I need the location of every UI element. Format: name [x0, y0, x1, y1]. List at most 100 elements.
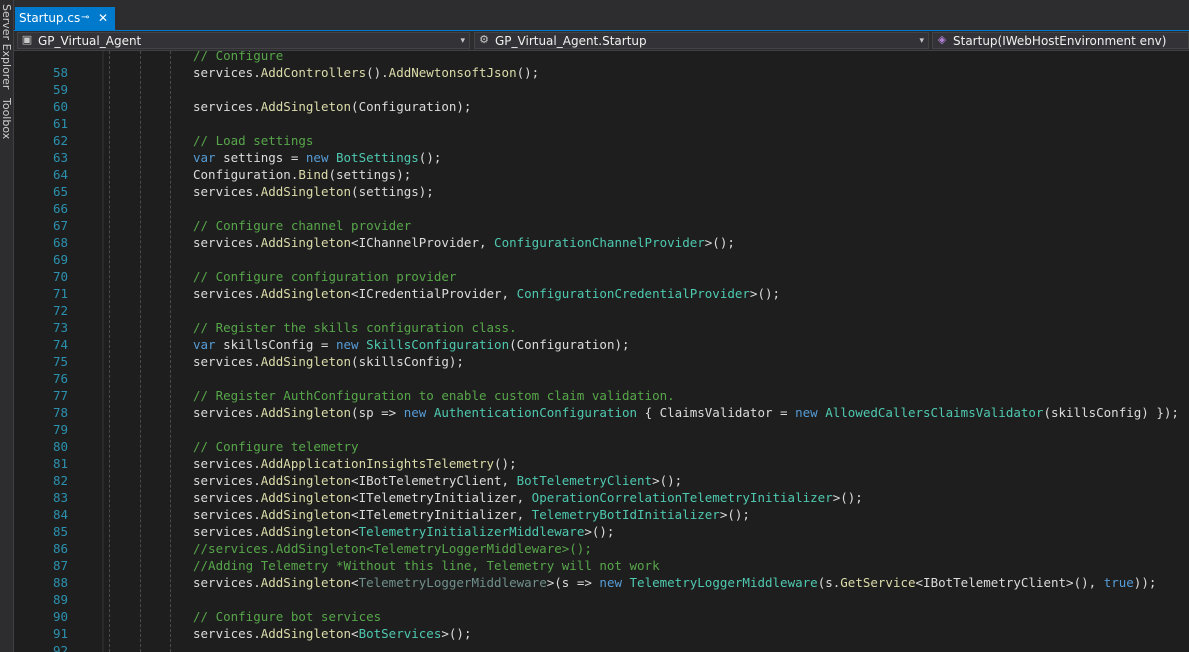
code-token: (). — [366, 65, 389, 80]
line-number: 78 — [52, 405, 68, 420]
code-text[interactable]: services.AddControllers().AddNewtonsoftJ… — [193, 64, 539, 81]
code-text[interactable]: // Register AuthConfiguration to enable … — [193, 387, 675, 404]
code-token: services. — [193, 354, 261, 369]
code-line[interactable]: 88 services.AddSingleton<TelemetryLoggerM… — [14, 574, 1189, 591]
code-text[interactable]: services.AddSingleton(skillsConfig); — [193, 353, 464, 370]
code-text[interactable]: services.AddSingleton<BotServices>(); — [193, 625, 471, 642]
pin-icon[interactable]: ⊸ — [81, 7, 89, 29]
code-line[interactable]: 91 services.AddSingleton<BotServices>(); — [14, 625, 1189, 642]
code-text[interactable]: services.AddSingleton(Configuration); — [193, 98, 471, 115]
code-text[interactable]: Configuration.Bind(settings); — [193, 166, 411, 183]
code-line[interactable]: 87 //Adding Telemetry *Without this line,… — [14, 557, 1189, 574]
code-line[interactable]: 77 // Register AuthConfiguration to enabl… — [14, 387, 1189, 404]
code-token: AddApplicationInsightsTelemetry — [260, 456, 495, 471]
code-line[interactable]: 68 services.AddSingleton<IChannelProvider… — [14, 234, 1189, 251]
code-text[interactable]: // Configure configuration provider — [193, 268, 456, 285]
code-line[interactable]: 84 services.AddSingleton<ITelemetryInitia… — [14, 506, 1189, 523]
code-line[interactable]: 66 — [14, 200, 1189, 217]
close-icon[interactable]: ✕ — [98, 7, 108, 29]
code-line[interactable]: 63 var settings = new BotSettings(); — [14, 149, 1189, 166]
line-number: 60 — [52, 99, 68, 114]
code-line[interactable]: // Configure — [14, 51, 1189, 64]
code-line[interactable]: 73 // Register the skills configuration c… — [14, 319, 1189, 336]
code-line[interactable]: 79 — [14, 421, 1189, 438]
code-line[interactable]: 65 services.AddSingleton(settings); — [14, 183, 1189, 200]
code-token: services. — [193, 286, 261, 301]
code-text[interactable]: // Configure channel provider — [193, 217, 411, 234]
code-token: // Load settings — [193, 133, 314, 148]
code-line[interactable]: 70 // Configure configuration provider — [14, 268, 1189, 285]
code-line[interactable]: 69 — [14, 251, 1189, 268]
line-number: 71 — [52, 286, 68, 301]
code-text[interactable]: services.AddSingleton<IBotTelemetryClien… — [193, 472, 682, 489]
code-line[interactable]: 76 — [14, 370, 1189, 387]
code-token: AddSingleton — [260, 286, 352, 301]
code-token: (); — [516, 65, 540, 80]
code-line[interactable]: 80 // Configure telemetry — [14, 438, 1189, 455]
code-text[interactable]: // Register the skills configuration cla… — [193, 319, 517, 336]
code-text[interactable]: // Load settings — [193, 132, 313, 149]
code-token: AllowedCallersClaimsValidator — [825, 405, 1044, 420]
code-token: new — [305, 150, 329, 165]
code-token: services. — [193, 65, 261, 80]
code-line[interactable]: 81 services.AddApplicationInsightsTelemet… — [14, 455, 1189, 472]
code-text[interactable]: //Adding Telemetry *Without this line, T… — [193, 557, 660, 574]
code-token: <IChannelProvider, — [351, 235, 495, 250]
code-token: (skillsConfig) }); — [1043, 405, 1179, 420]
code-line[interactable]: 82 services.AddSingleton<IBotTelemetryCli… — [14, 472, 1189, 489]
code-text[interactable]: services.AddSingleton<TelemetryLoggerMid… — [193, 574, 1156, 591]
code-text[interactable]: services.AddSingleton<TelemetryInitializ… — [193, 523, 614, 540]
code-token: BotTelemetryClient — [516, 473, 653, 488]
member-name: Startup(IWebHostEnvironment env) — [953, 34, 1167, 48]
code-text[interactable]: services.AddApplicationInsightsTelemetry… — [193, 455, 517, 472]
chevron-down-icon: ▾ — [919, 36, 924, 46]
code-token: OperationCorrelationTelemetryInitializer — [531, 490, 833, 505]
code-text[interactable]: services.AddSingleton<IChannelProvider, … — [193, 234, 735, 251]
server-explorer-tab[interactable]: Server Explorer — [0, 4, 13, 89]
code-line[interactable]: 72 — [14, 302, 1189, 319]
member-dropdown[interactable]: ◈ Startup(IWebHostEnvironment env) — [932, 32, 1189, 49]
code-line[interactable]: 86 //services.AddSingleton<TelemetryLogge… — [14, 540, 1189, 557]
code-text[interactable]: services.AddSingleton(settings); — [193, 183, 434, 200]
code-token: <ITelemetryInitializer, — [351, 490, 532, 505]
code-text[interactable]: services.AddSingleton(sp => new Authenti… — [193, 404, 1179, 421]
code-token: Bind — [298, 167, 329, 182]
code-text[interactable]: // Configure bot services — [193, 608, 381, 625]
code-line[interactable]: 75 services.AddSingleton(skillsConfig); — [14, 353, 1189, 370]
code-text[interactable]: // Configure — [193, 51, 283, 64]
code-line[interactable]: 59 — [14, 81, 1189, 98]
line-number: 80 — [52, 439, 68, 454]
code-line[interactable]: 74 var skillsConfig = new SkillsConfigura… — [14, 336, 1189, 353]
code-line[interactable]: 89 — [14, 591, 1189, 608]
code-line[interactable]: 85 services.AddSingleton<TelemetryInitial… — [14, 523, 1189, 540]
code-text[interactable]: // Configure telemetry — [193, 438, 359, 455]
code-text[interactable]: services.AddSingleton<ITelemetryInitiali… — [193, 506, 750, 523]
code-line[interactable]: 60 services.AddSingleton(Configuration); — [14, 98, 1189, 115]
code-text[interactable]: services.AddSingleton<ICredentialProvide… — [193, 285, 780, 302]
code-line[interactable]: 90 // Configure bot services — [14, 608, 1189, 625]
toolbox-tab[interactable]: Toolbox — [0, 98, 13, 139]
code-line[interactable]: 83 services.AddSingleton<ITelemetryInitia… — [14, 489, 1189, 506]
code-token: // Register the skills configuration cla… — [193, 320, 517, 335]
code-token: (skillsConfig); — [351, 354, 464, 369]
code-line[interactable]: 64 Configuration.Bind(settings); — [14, 166, 1189, 183]
code-line[interactable]: 61 — [14, 115, 1189, 132]
code-line[interactable]: 67 // Configure channel provider — [14, 217, 1189, 234]
code-line[interactable]: 58 services.AddControllers().AddNewtonsof… — [14, 64, 1189, 81]
code-text[interactable]: //services.AddSingleton<TelemetryLoggerM… — [193, 540, 592, 557]
code-token: <ICredentialProvider, — [351, 286, 517, 301]
code-token: { ClaimsValidator = — [637, 405, 796, 420]
code-text[interactable]: var skillsConfig = new SkillsConfigurati… — [193, 336, 630, 353]
project-dropdown[interactable]: ▣ GP_Virtual_Agent ▾ — [17, 32, 470, 49]
tab-startup-cs[interactable]: Startup.cs ⊸ ✕ — [15, 7, 115, 30]
code-line[interactable]: 62 // Load settings — [14, 132, 1189, 149]
code-text[interactable]: services.AddSingleton<ITelemetryInitiali… — [193, 489, 863, 506]
code-line[interactable]: 78 services.AddSingleton(sp => new Authen… — [14, 404, 1189, 421]
type-dropdown[interactable]: ⚙ GP_Virtual_Agent.Startup ▾ — [474, 32, 929, 49]
code-editor[interactable]: // Configure 58 services.AddControllers().… — [14, 51, 1189, 652]
code-line[interactable]: 92 — [14, 642, 1189, 652]
code-token: services. — [193, 575, 261, 590]
code-line[interactable]: 71 services.AddSingleton<ICredentialProvi… — [14, 285, 1189, 302]
line-number: 74 — [52, 337, 68, 352]
code-text[interactable]: var settings = new BotSettings(); — [193, 149, 441, 166]
